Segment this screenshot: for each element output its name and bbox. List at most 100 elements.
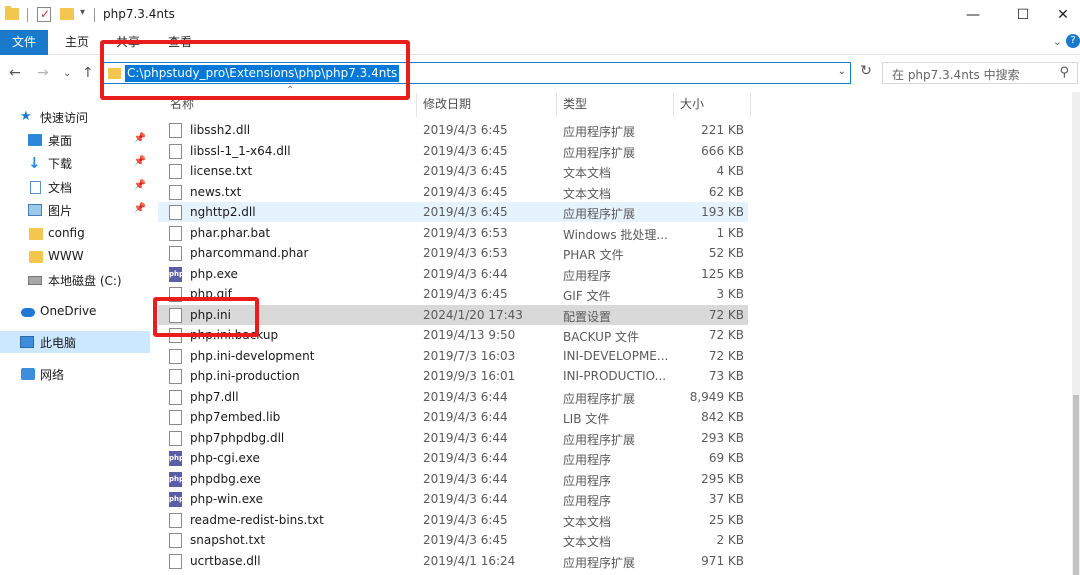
close-button[interactable]: ✕ <box>1040 0 1080 30</box>
annotation-box-php-ini <box>153 297 259 337</box>
file-row[interactable]: license.txt 2019/4/3 6:45 文本文档 4 KB <box>158 161 748 181</box>
nav-this-pc[interactable]: 此电脑 <box>0 331 150 353</box>
column-divider[interactable] <box>750 93 751 117</box>
scrollbar-thumb[interactable] <box>1073 395 1079 575</box>
file-row[interactable]: php7.dll 2019/4/3 6:44 应用程序扩展 8,949 KB <box>158 387 748 407</box>
nav-label: 桌面 <box>48 134 73 148</box>
file-row[interactable]: libssl-1_1-x64.dll 2019/4/3 6:45 应用程序扩展 666… <box>158 141 748 161</box>
up-icon[interactable]: ↑ <box>82 65 94 81</box>
file-row[interactable]: php.ini-development 2019/7/3 16:03 INI-DEV… <box>158 346 748 366</box>
nav-quick-access[interactable]: ★ 快速访问 <box>0 106 150 128</box>
file-name: news.txt <box>190 184 242 199</box>
file-name: ucrtbase.dll <box>190 553 261 568</box>
nav-documents[interactable]: 文档 📌 <box>0 176 150 198</box>
txt-file-icon <box>169 184 182 200</box>
file-name: phar.phar.bat <box>190 225 271 240</box>
search-icon[interactable]: ⚲ <box>1059 65 1069 80</box>
customize-toolbar-icon[interactable]: ▾ <box>80 7 85 23</box>
file-date: 2019/4/3 6:44 <box>423 410 508 424</box>
file-size: 193 KB <box>701 205 744 219</box>
properties-icon[interactable]: ✓ <box>37 7 51 22</box>
file-date: 2019/4/13 9:50 <box>423 328 516 342</box>
new-folder-icon[interactable] <box>60 8 74 20</box>
file-size: 69 KB <box>708 451 744 465</box>
nav-www[interactable]: WWW <box>0 246 150 268</box>
nav-label: 网络 <box>40 368 65 382</box>
file-type: BACKUP 文件 <box>563 330 639 344</box>
search-placeholder: 在 php7.3.4nts 中搜索 <box>892 68 1020 82</box>
file-row[interactable]: ucrtbase.dll 2019/4/1 16:24 应用程序扩展 971 KB <box>158 551 748 571</box>
recent-locations-icon[interactable]: ⌄ <box>63 68 71 79</box>
file-row[interactable]: php7phpdbg.dll 2019/4/3 6:44 应用程序扩展 293 KB <box>158 428 748 448</box>
file-name: readme-redist-bins.txt <box>190 512 324 527</box>
file-date: 2019/4/3 6:45 <box>423 184 508 199</box>
file-row[interactable]: php7embed.lib 2019/4/3 6:44 LIB 文件 842 KB <box>158 407 748 427</box>
cloud-icon <box>21 308 35 317</box>
nav-onedrive[interactable]: OneDrive <box>0 301 150 323</box>
column-header-type[interactable]: 类型 <box>563 93 587 117</box>
file-row[interactable]: php phpdbg.exe 2019/4/3 6:44 应用程序 295 KB <box>158 469 748 489</box>
nav-network[interactable]: 网络 <box>0 363 150 385</box>
tab-home[interactable]: 主页 <box>54 30 100 55</box>
file-row[interactable]: php php.exe 2019/4/3 6:44 应用程序 125 KB <box>158 264 748 284</box>
file-row[interactable]: php php-cgi.exe 2019/4/3 6:44 应用程序 69 KB <box>158 448 748 468</box>
column-divider[interactable] <box>416 93 417 117</box>
file-row[interactable]: pharcommand.phar 2019/4/3 6:53 PHAR 文件 52 K… <box>158 243 748 263</box>
dll-file-icon <box>169 553 182 569</box>
file-row[interactable]: news.txt 2019/4/3 6:45 文本文档 62 KB <box>158 182 748 202</box>
back-icon[interactable]: ← <box>9 65 21 81</box>
nav-label: config <box>48 226 85 240</box>
divider <box>94 8 95 22</box>
file-date: 2019/4/3 6:53 <box>423 246 508 260</box>
file-file-icon <box>169 348 182 364</box>
column-divider[interactable] <box>673 93 674 117</box>
tab-file[interactable]: 文件 <box>0 30 48 55</box>
search-input[interactable]: 在 php7.3.4nts 中搜索 ⚲ <box>882 62 1078 84</box>
minimize-button[interactable]: — <box>950 0 996 30</box>
folder-icon <box>29 228 43 240</box>
file-type: 应用程序 <box>563 453 612 467</box>
file-row[interactable]: nghttp2.dll 2019/4/3 6:45 应用程序扩展 193 KB <box>158 202 748 222</box>
chevron-down-icon[interactable]: ⌄ <box>838 66 846 77</box>
computer-icon <box>20 336 34 348</box>
file-row[interactable]: phar.phar.bat 2019/4/3 6:53 Windows 批处理...… <box>158 223 748 243</box>
pin-icon: 📌 <box>133 203 146 214</box>
nav-pictures[interactable]: 图片 📌 <box>0 199 150 221</box>
pin-icon: 📌 <box>133 133 146 144</box>
nav-downloads[interactable]: ↓ 下载 📌 <box>0 152 150 174</box>
column-divider[interactable] <box>556 93 557 117</box>
file-type: GIF 文件 <box>563 289 611 303</box>
file-type: INI-DEVELOPME... <box>563 348 669 363</box>
file-name: phpdbg.exe <box>190 471 261 486</box>
column-header-date[interactable]: 修改日期 <box>423 93 471 117</box>
file-size: 295 KB <box>701 471 744 486</box>
nav-config[interactable]: config <box>0 223 150 245</box>
nav-local-disk[interactable]: 本地磁盘 (C:) <box>0 269 150 291</box>
file-size: 3 KB <box>716 287 744 301</box>
file-file-icon <box>169 246 182 261</box>
file-type: 应用程序 <box>563 494 612 508</box>
file-row[interactable]: libssh2.dll 2019/4/3 6:45 应用程序扩展 221 KB <box>158 120 748 140</box>
forward-icon[interactable]: → <box>37 65 49 81</box>
column-header-size[interactable]: 大小 <box>680 93 704 117</box>
refresh-icon[interactable]: ↻ <box>855 63 877 83</box>
file-name: php7embed.lib <box>190 410 281 424</box>
exe-file-icon: php <box>169 492 184 507</box>
folder-icon <box>5 6 19 20</box>
file-row[interactable]: snapshot.txt 2019/4/3 6:45 文本文档 2 KB <box>158 530 748 550</box>
divider <box>27 8 28 22</box>
file-row[interactable]: php.ini-production 2019/9/3 16:01 INI-PROD… <box>158 366 748 386</box>
file-row[interactable]: readme-redist-bins.txt 2019/4/3 6:45 文本文档 2… <box>158 510 748 530</box>
title-bar: ✓ ▾ php7.3.4nts — ☐ ✕ <box>0 0 1080 30</box>
file-size: 221 KB <box>701 123 744 137</box>
file-row[interactable]: php php-win.exe 2019/4/3 6:44 应用程序 37 KB <box>158 489 748 509</box>
file-type: 应用程序扩展 <box>563 125 636 139</box>
file-date: 2019/9/3 16:01 <box>423 369 516 383</box>
nav-desktop[interactable]: 桌面 📌 <box>0 129 150 151</box>
dll-file-icon <box>169 430 182 446</box>
help-icon[interactable]: ? <box>1066 34 1080 48</box>
nav-label: WWW <box>48 249 84 263</box>
expand-ribbon-icon[interactable]: ⌄ <box>1053 35 1062 48</box>
file-type: Windows 批处理... <box>563 227 668 242</box>
file-date: 2019/4/3 6:45 <box>423 143 508 158</box>
